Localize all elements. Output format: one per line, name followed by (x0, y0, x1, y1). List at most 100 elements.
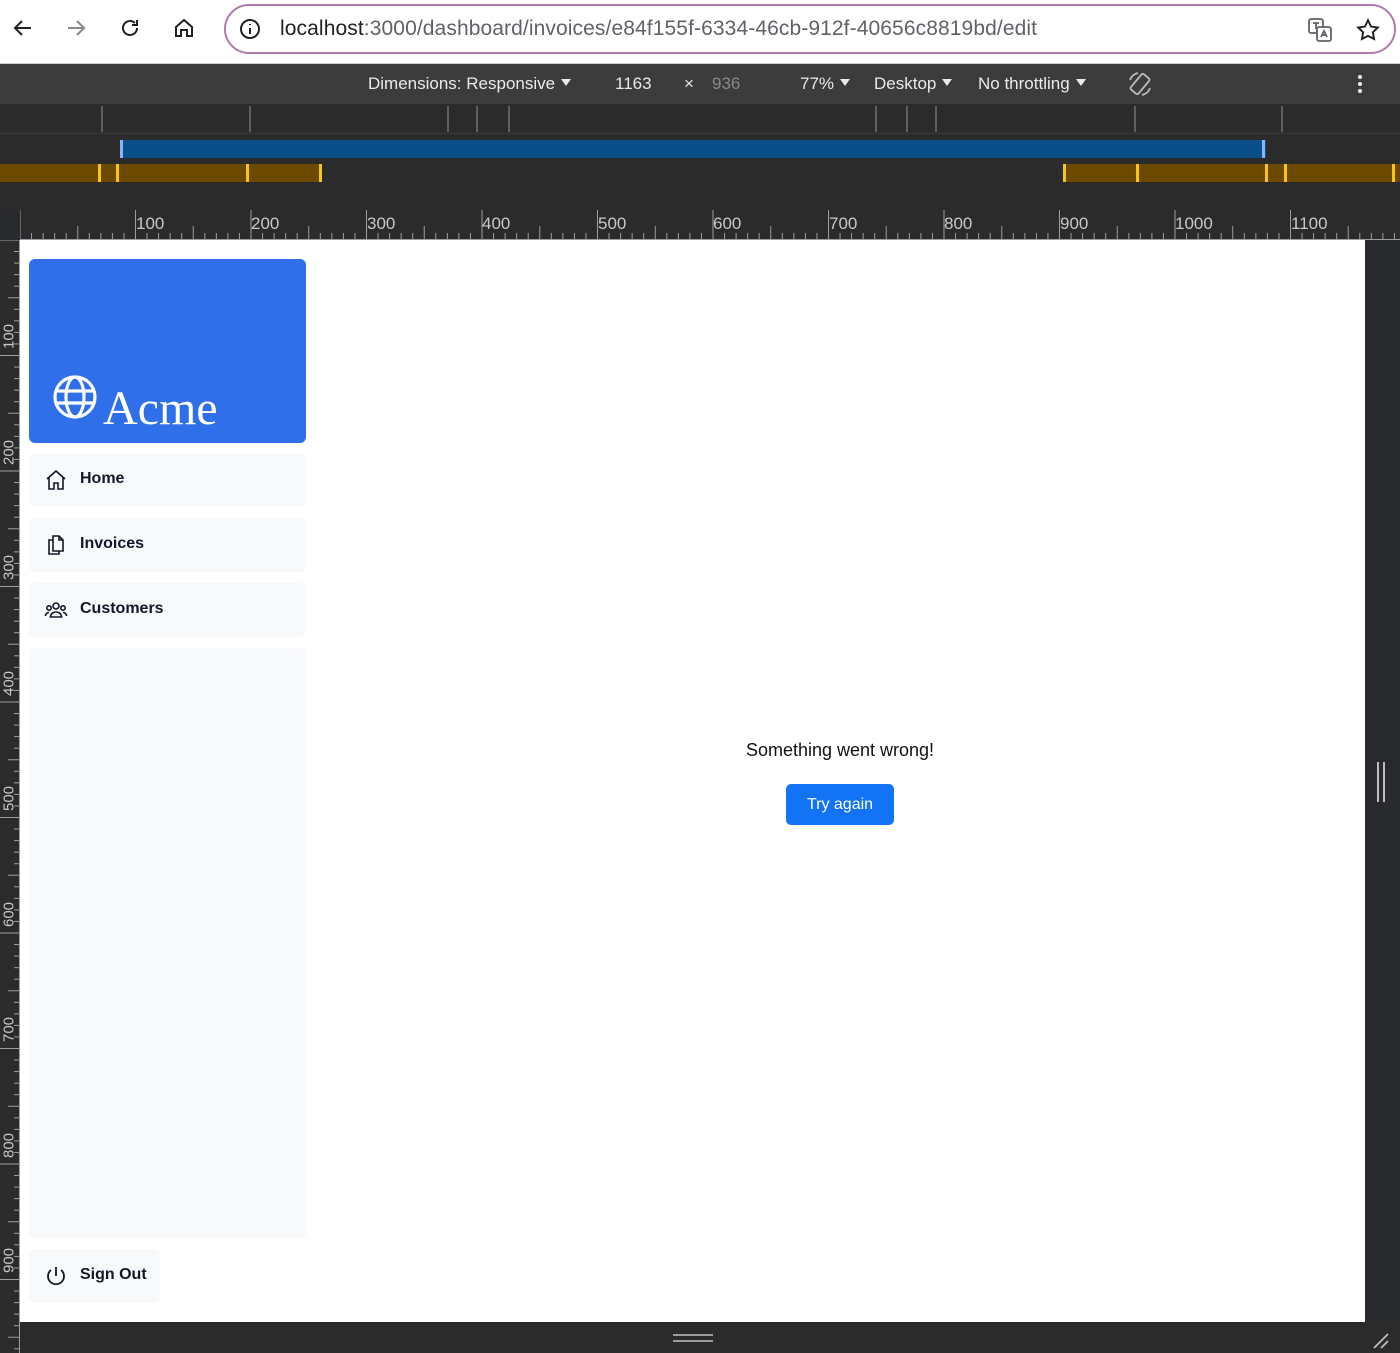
ruler-label: 1000 (1175, 214, 1213, 233)
documents-icon (48, 535, 64, 555)
ruler-label: 400 (482, 214, 511, 233)
arrow-left-icon (13, 20, 31, 36)
viewport-bottom-bar (20, 1322, 1400, 1353)
forward-button[interactable] (60, 12, 92, 44)
users-icon (44, 602, 68, 618)
mq-tick[interactable] (1134, 106, 1136, 132)
ruler-label: 800 (944, 214, 973, 233)
device-toolbar: Dimensions: Responsive 1163 × 936 77% De… (0, 64, 1400, 104)
nav-item-label: Invoices (80, 535, 145, 552)
mq-tick[interactable] (447, 106, 449, 132)
mq-tick[interactable] (935, 106, 937, 132)
query-edge (1284, 164, 1287, 182)
nav-item-invoices[interactable]: Invoices (29, 518, 306, 572)
query-edge (116, 164, 119, 182)
ruler-label: 500 (0, 785, 18, 812)
ruler-label: 700 (0, 1016, 18, 1043)
star-icon (1356, 18, 1380, 41)
home-icon (46, 469, 66, 490)
browser-toolbar: localhost:3000/dashboard/invoices/e84f15… (0, 0, 1400, 64)
logo-text: Acme (103, 382, 218, 435)
reload-button[interactable] (114, 12, 146, 44)
media-query-row (0, 104, 1400, 134)
reload-icon (122, 20, 138, 36)
caret-down-icon (942, 79, 953, 87)
ruler-label: 100 (136, 214, 165, 233)
mq-tick[interactable] (508, 106, 510, 132)
rotate-button[interactable] (1126, 70, 1154, 103)
min-width-query-bar[interactable] (0, 164, 322, 182)
try-again-button[interactable]: Try again (786, 784, 894, 825)
ruler-label: 600 (713, 214, 742, 233)
mq-tick[interactable] (875, 106, 877, 132)
handle-grip (1383, 762, 1385, 802)
ruler-label: 600 (0, 901, 18, 928)
power-icon (47, 1267, 65, 1286)
mq-tick[interactable] (476, 106, 478, 132)
home-page-button[interactable] (168, 12, 200, 44)
viewport-width-handle[interactable] (1376, 762, 1386, 802)
url-text[interactable]: localhost:3000/dashboard/invoices/e84f15… (280, 17, 1037, 41)
ruler-label: 100 (0, 323, 18, 350)
globe-icon (53, 375, 97, 419)
resize-corner-icon[interactable] (1370, 1330, 1390, 1350)
media-query-bars (0, 104, 1400, 210)
translate-button[interactable] (1306, 16, 1334, 44)
rotate-icon (1129, 72, 1151, 96)
ruler-label: 900 (1060, 214, 1089, 233)
device-type-dropdown[interactable]: Desktop (874, 74, 953, 94)
max-width-query-bar[interactable] (120, 140, 1266, 158)
ruler-label: 700 (829, 214, 858, 233)
ruler-left: 100 200 300 400 500 600 700 800 900 (0, 240, 20, 1353)
ruler-label: 200 (0, 439, 18, 466)
dimensions-dropdown[interactable]: Dimensions: Responsive (368, 74, 572, 94)
mq-tick[interactable] (101, 106, 103, 132)
ruler-label: 400 (0, 670, 18, 697)
zoom-dropdown[interactable]: 77% (800, 74, 851, 94)
query-edge (1392, 164, 1395, 182)
caret-down-icon (561, 79, 572, 87)
query-edge (1063, 164, 1066, 182)
bookmark-button[interactable] (1354, 16, 1382, 44)
nav-item-customers[interactable]: Customers (29, 583, 306, 637)
caret-down-icon (1075, 79, 1086, 87)
query-edge (1265, 164, 1268, 182)
nav-item-label: Customers (80, 600, 164, 617)
ruler-label: 500 (598, 214, 627, 233)
mq-tick[interactable] (906, 106, 908, 132)
ruler-label: 200 (251, 214, 280, 233)
address-bar[interactable]: localhost:3000/dashboard/invoices/e84f15… (224, 4, 1396, 54)
sign-out-button[interactable]: Sign Out (29, 1249, 160, 1303)
nav-item-home[interactable]: Home (29, 453, 306, 507)
sign-out-label: Sign Out (80, 1266, 147, 1283)
site-info-icon[interactable] (238, 17, 262, 41)
mq-tick[interactable] (249, 106, 251, 132)
back-button[interactable] (7, 12, 39, 44)
ruler-label: 800 (0, 1132, 18, 1159)
more-options-button[interactable] (1356, 74, 1364, 99)
viewport-height-input[interactable]: 936 (712, 74, 740, 94)
mq-tick[interactable] (1281, 106, 1283, 132)
query-edge (246, 164, 249, 182)
home-page-icon (175, 18, 193, 37)
min-width-query-bar[interactable] (1063, 164, 1400, 182)
query-edge (120, 140, 123, 158)
more-vertical-icon (1358, 75, 1362, 93)
nav-item-label: Home (80, 470, 125, 487)
query-edge (98, 164, 101, 182)
query-edge (319, 164, 322, 182)
ruler-label: 1100 (1291, 214, 1328, 233)
handle-grip (1377, 762, 1379, 802)
ruler-label: 900 (0, 1247, 18, 1274)
ruler-label: 300 (367, 214, 396, 233)
viewport-width-input[interactable]: 1163 (615, 74, 652, 94)
error-message: Something went wrong! (745, 740, 935, 760)
throttling-dropdown[interactable]: No throttling (978, 74, 1086, 94)
query-edge (1262, 140, 1265, 158)
arrow-right-icon (68, 20, 86, 36)
ruler-top: 100 200 300 400 500 600 700 800 900 1000… (20, 210, 1400, 240)
emulated-viewport: Acme Home Invoices Customers Sign Out So… (20, 240, 1365, 1322)
translate-icon (1308, 18, 1332, 42)
logo-link[interactable]: Acme (29, 259, 306, 443)
viewport-height-handle[interactable] (673, 1334, 713, 1342)
